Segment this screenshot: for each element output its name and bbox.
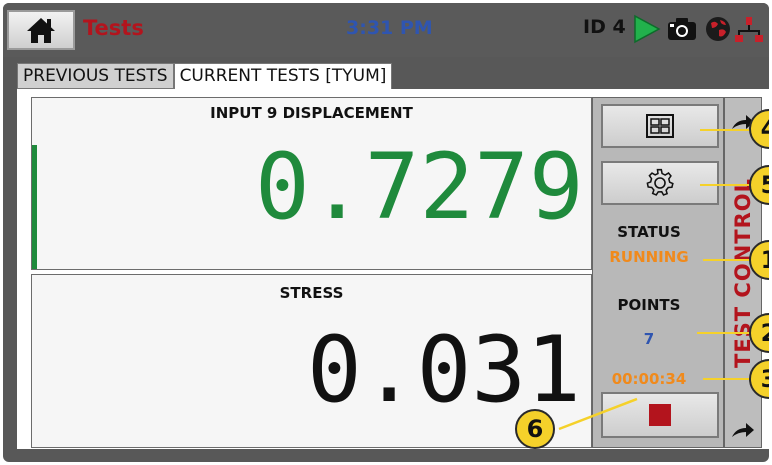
status-value: RUNNING (609, 248, 689, 266)
callout-leader (697, 332, 750, 334)
callout-leader (700, 184, 750, 186)
callout-leader (703, 378, 750, 380)
callout-leader (703, 259, 750, 261)
home-icon (27, 18, 55, 43)
callout-6: 6 (515, 409, 555, 449)
grid-layout-icon (646, 114, 674, 138)
displacement-label: INPUT 9 DISPLACEMENT (210, 104, 413, 122)
gear-icon (646, 168, 674, 196)
home-button[interactable] (7, 10, 75, 50)
arrow-right-icon (732, 423, 754, 437)
status-label: STATUS (617, 223, 681, 241)
page-title: Tests (83, 16, 144, 40)
callout-leader (700, 129, 750, 131)
points-label: POINTS (617, 296, 681, 314)
points-value: 7 (643, 330, 655, 348)
elapsed-time: 00:00:34 (611, 370, 687, 388)
globe-icon[interactable] (705, 16, 731, 42)
stress-label: STRESS (279, 284, 344, 302)
play-icon[interactable] (633, 14, 661, 44)
tab-content: INPUT 9 DISPLACEMENT 0.7279 STRESS 0.031 (17, 89, 769, 449)
tab-previous-tests[interactable]: PREVIOUS TESTS (17, 63, 174, 89)
clock-time: 3:31 PM (346, 17, 433, 39)
stress-panel: STRESS 0.031 (31, 274, 592, 448)
app-window: Tests 3:31 PM ID 4 PREVIOUS TESTS CURREN… (3, 3, 769, 462)
network-icon[interactable] (735, 15, 763, 43)
device-id: ID 4 (583, 16, 626, 38)
tab-bar: PREVIOUS TESTS CURRENT TESTS [TYUM] (17, 63, 393, 89)
tab-current-tests[interactable]: CURRENT TESTS [TYUM] (173, 63, 393, 89)
header-bar: Tests 3:31 PM ID 4 (3, 3, 769, 57)
displacement-value: 0.7279 (255, 135, 584, 240)
layout-button[interactable] (601, 104, 719, 148)
displacement-panel: INPUT 9 DISPLACEMENT 0.7279 (31, 97, 592, 270)
settings-button[interactable] (601, 161, 719, 205)
stop-icon (649, 404, 671, 426)
camera-icon[interactable] (667, 17, 697, 41)
panel-indicator-bar (32, 145, 37, 269)
